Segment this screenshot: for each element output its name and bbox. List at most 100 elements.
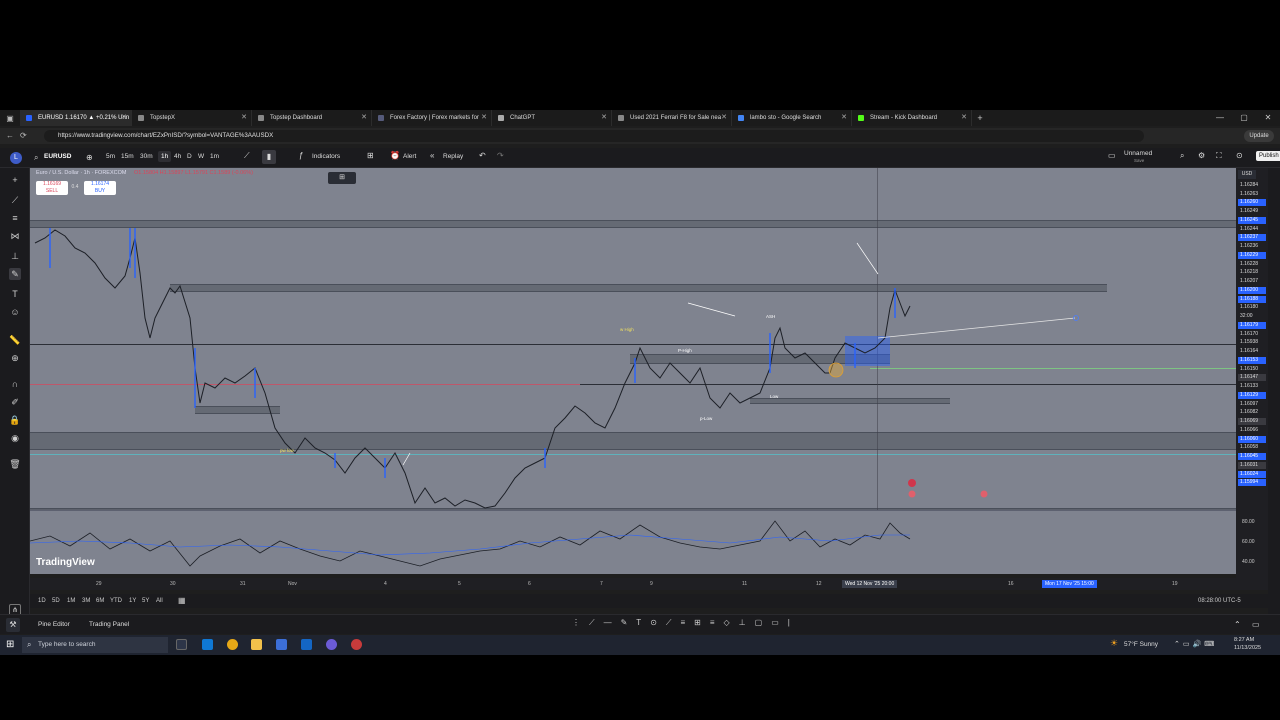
templates-icon[interactable]: ⊞ (367, 151, 374, 160)
text-icon[interactable]: T (9, 288, 21, 300)
trash-icon[interactable]: 🗑 (9, 458, 21, 470)
settings-icon[interactable]: ⚙ (1198, 151, 1205, 160)
interval-4h[interactable]: 4h (174, 153, 181, 160)
weather-text[interactable]: 57°F Sunny (1124, 641, 1158, 648)
tray-icons[interactable]: ⌃▭🔊⌨ (1174, 640, 1217, 648)
close-icon[interactable]: ✕ (601, 113, 607, 121)
close-icon[interactable]: ✕ (241, 113, 247, 121)
collapse-panel-icon[interactable]: ⌃ (1234, 620, 1241, 629)
indicators-icon[interactable]: ƒ (299, 151, 303, 160)
trend-line-icon[interactable]: ⟋ (9, 194, 21, 206)
add-symbol-icon[interactable]: ⊕ (86, 153, 93, 162)
range-3m[interactable]: 3M (82, 598, 90, 604)
taskbar-time[interactable]: 8:27 AM (1234, 637, 1254, 643)
rsi-pane[interactable]: 80.00 60.00 40.00 TradingView (30, 510, 1255, 574)
snapshot-icon[interactable]: ⊙ (1236, 151, 1243, 160)
update-button[interactable]: Update (1244, 130, 1274, 142)
pine-editor-tab[interactable]: Pine Editor (38, 621, 70, 628)
edge-icon[interactable] (202, 639, 213, 650)
indicators-button[interactable]: Indicators (312, 153, 340, 160)
alert-button[interactable]: Alert (403, 153, 416, 160)
range-5y[interactable]: 5Y (142, 598, 149, 604)
zoom-icon[interactable]: ⊕ (9, 352, 21, 364)
tab-chatgpt[interactable]: ChatGPT ✕ (492, 110, 612, 126)
search-icon[interactable]: ⌕ (34, 153, 38, 163)
close-icon[interactable]: ✕ (121, 113, 127, 121)
interval-1h[interactable]: 1h (158, 151, 172, 162)
range-5d[interactable]: 5D (52, 598, 60, 604)
price-chart[interactable]: Euro / U.S. Dollar · 1h · FOREXCOM O1.15… (30, 168, 1236, 568)
symbol-search[interactable]: EURUSD (44, 153, 71, 160)
tab-ferrari[interactable]: Used 2021 Ferrari F8 for Sale nea ✕ (612, 110, 732, 126)
magnet-icon[interactable]: ∩ (9, 378, 21, 390)
interval-5m[interactable]: 5m (106, 153, 115, 160)
task-view-icon[interactable] (176, 639, 187, 650)
emoji-icon[interactable]: ☺ (9, 306, 21, 318)
panel-toggle-icon[interactable]: ⚒ (6, 618, 20, 632)
crosshair-icon[interactable]: + (9, 174, 21, 186)
publish-button[interactable]: Publish (1256, 151, 1280, 161)
undo-icon[interactable]: ↶ (479, 151, 486, 160)
utc-clock[interactable]: 08:28:00 UTC-5 (1198, 598, 1241, 604)
interval-1m[interactable]: 1m (210, 153, 219, 160)
time-axis[interactable]: 29 30 31 Nov 4 5 6 7 9 11 12 16 19 Wed 1… (30, 578, 1268, 590)
lock-icon[interactable]: 🔒 (9, 414, 21, 426)
interval-30m[interactable]: 30m (140, 153, 153, 160)
app-icon-2[interactable] (351, 639, 362, 650)
range-1m[interactable]: 1M (67, 598, 75, 604)
buy-button[interactable]: 1.16174 BUY (84, 181, 116, 195)
layout-save[interactable]: Save (1134, 158, 1144, 163)
range-1y[interactable]: 1Y (129, 598, 136, 604)
stay-drawing-icon[interactable]: ✐ (9, 396, 21, 408)
range-6m[interactable]: 6M (96, 598, 104, 604)
tab-eurusd[interactable]: EURUSD 1.16170 ▲ +0.21% Unn ✕ (20, 110, 132, 126)
pattern-icon[interactable]: ⋈ (9, 230, 21, 242)
redo-icon[interactable]: ↷ (497, 151, 504, 160)
chrome-icon[interactable] (227, 639, 238, 650)
account-avatar[interactable]: L (10, 152, 22, 164)
tab-topstep-dashboard[interactable]: Topstep Dashboard ✕ (252, 110, 372, 126)
url-field[interactable]: https://www.tradingview.com/chart/EZxPnI… (44, 130, 1144, 142)
new-tab-icon[interactable]: + (972, 113, 988, 123)
store-icon[interactable] (276, 639, 287, 650)
outlook-icon[interactable] (301, 639, 312, 650)
replay-icon[interactable]: « (430, 151, 434, 160)
maximize-panel-icon[interactable]: ▭ (1252, 620, 1260, 629)
range-all[interactable]: All (156, 598, 163, 604)
calendar-icon[interactable]: ▦ (178, 596, 186, 605)
close-icon[interactable]: ✕ (361, 113, 367, 121)
ruler-icon[interactable]: 📏 (9, 334, 21, 346)
tab-google-search[interactable]: lambo sto - Google Search ✕ (732, 110, 852, 126)
forecast-icon[interactable]: ⊥ (9, 250, 21, 262)
taskbar-search[interactable]: ⌕ Type here to search (22, 637, 168, 653)
app-icon[interactable] (326, 639, 337, 650)
minimize-icon[interactable]: — (1208, 110, 1232, 126)
brush-icon[interactable]: ✎ (9, 268, 21, 280)
tab-topstepx[interactable]: TopstepX ✕ (132, 110, 252, 126)
back-refresh-icons[interactable]: ←⟳ (6, 131, 33, 140)
floating-drawing-toolbar[interactable]: ⋮⟋—✎T⊙⟋≡⊞≡◇⊥▢▭| (572, 618, 848, 632)
layout-name[interactable]: Unnamed (1124, 150, 1152, 157)
layout-icon[interactable]: ▭ (1108, 151, 1116, 160)
sell-button[interactable]: 1.16169 SELL (36, 181, 68, 195)
maximize-icon[interactable]: ▢ (1232, 110, 1256, 126)
file-explorer-icon[interactable] (251, 639, 262, 650)
replay-button[interactable]: Replay (443, 153, 463, 160)
close-icon[interactable]: ✕ (961, 113, 967, 121)
taskbar-date[interactable]: 11/13/2025 (1234, 645, 1261, 651)
interval-w[interactable]: W (198, 153, 204, 160)
close-icon[interactable]: ✕ (721, 113, 727, 121)
drag-handle-icon[interactable]: ⊞ (328, 172, 356, 184)
quick-search-icon[interactable]: ⌕ (1180, 151, 1184, 161)
fib-icon[interactable]: ≡ (9, 212, 21, 224)
close-window-icon[interactable]: ✕ (1256, 110, 1280, 126)
chart-type-icon[interactable]: ⟋ (244, 151, 250, 161)
hide-icon[interactable]: ◉ (9, 432, 21, 444)
trading-panel-tab[interactable]: Trading Panel (89, 621, 129, 628)
range-1d[interactable]: 1D (38, 598, 46, 604)
interval-15m[interactable]: 15m (121, 153, 134, 160)
close-icon[interactable]: ✕ (481, 113, 487, 121)
tab-forex-factory[interactable]: Forex Factory | Forex markets for ✕ (372, 110, 492, 126)
windows-start-icon[interactable]: ⊞ (6, 639, 14, 650)
fullscreen-icon[interactable]: ⛶ (1216, 151, 1222, 161)
